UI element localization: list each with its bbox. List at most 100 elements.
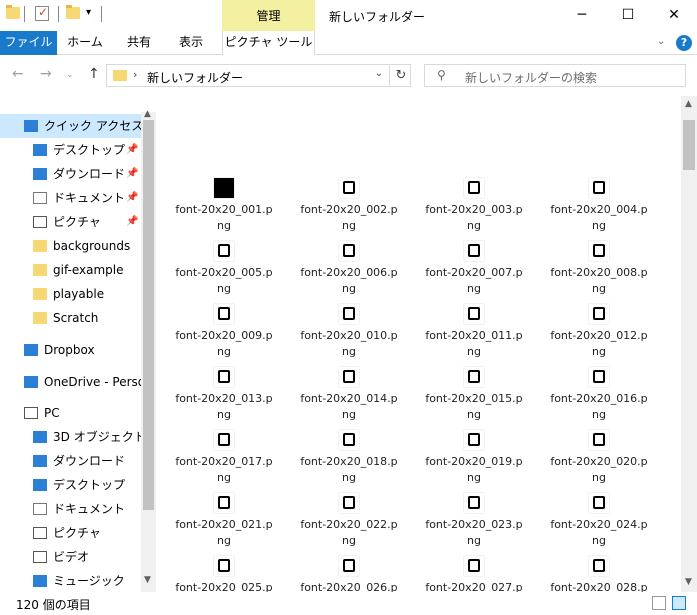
nav-item[interactable]: ダウンロード [0,449,141,473]
nav-item[interactable]: ダウンロード 📌 [0,162,141,186]
file-item[interactable]: font-20x20_008.p ng [539,239,659,301]
search-input[interactable]: ⚲ 新しいフォルダーの検索 [424,64,686,87]
search-placeholder: 新しいフォルダーの検索 [465,71,598,85]
help-icon[interactable]: ? [676,35,692,51]
nav-item[interactable]: ピクチャ [0,521,141,545]
nav-item[interactable]: Scratch [0,306,141,330]
tab-file[interactable]: ファイル [0,31,57,55]
pin-icon[interactable]: 📌 [126,138,138,162]
scrollbar-thumb[interactable] [143,120,154,510]
nav-item[interactable]: ドキュメント [0,497,141,521]
address-bar[interactable]: › 新しいフォルダー ⌄ ↻ [106,64,411,87]
nav-item[interactable]: ミュージック [0,569,141,592]
properties-icon[interactable]: ✓ [35,5,49,21]
file-item[interactable]: font-20x20_018.p ng [289,428,409,490]
tab-home[interactable]: ホーム [62,31,108,55]
file-name-line: ng [217,282,231,295]
content-scrollbar[interactable]: ▲ ▼ [681,96,697,592]
nav-item[interactable]: OneDrive - Persor [0,370,141,394]
scroll-up-icon[interactable]: ▲ [144,109,151,119]
refresh-icon[interactable]: ↻ [389,65,412,87]
chevron-down-icon[interactable]: ⌄ [370,68,388,79]
file-item[interactable]: font-20x20_022.p ng [289,491,409,553]
folder-icon [33,288,47,300]
file-item[interactable]: font-20x20_006.p ng [289,239,409,301]
navigation-bar: ← → ⌄ ↑ › 新しいフォルダー ⌄ ↻ ⚲ 新しいフォルダーの検索 [0,56,697,96]
image-thumbnail [214,493,234,513]
tab-share[interactable]: 共有 [118,31,160,55]
file-name-line: ng [467,282,481,295]
close-button[interactable]: ✕ [651,0,697,31]
nav-item[interactable]: PC [0,401,141,425]
up-arrow-icon[interactable]: ↑ [88,66,100,82]
tab-picture-tools[interactable]: ピクチャ ツール [222,31,315,55]
file-item[interactable]: font-20x20_024.p ng [539,491,659,553]
file-item[interactable]: font-20x20_017.p ng [164,428,284,490]
file-name-line: ng [467,534,481,547]
file-item[interactable]: font-20x20_013.p ng [164,365,284,427]
minimize-button[interactable]: ─ [559,0,605,31]
nav-item[interactable]: ビデオ [0,545,141,569]
file-item[interactable]: font-20x20_009.p ng [164,302,284,364]
file-item[interactable]: font-20x20_012.png [539,302,659,364]
maximize-button[interactable]: ☐ [605,0,651,31]
nav-item[interactable]: デスクトップ 📌 [0,138,141,162]
file-name: font-20x20_015.p ng [414,391,534,423]
file-item[interactable]: font-20x20_023.p ng [414,491,534,553]
tab-view[interactable]: 表示 [170,31,212,55]
file-item[interactable]: font-20x20_026.p [289,554,409,592]
file-item[interactable]: font-20x20_025.p [164,554,284,592]
pin-icon[interactable]: 📌 [126,210,138,234]
file-item[interactable]: font-20x20_004.p ng [539,176,659,238]
file-name-line: ng [592,345,606,358]
chevron-down-icon[interactable]: ⌄ [657,36,665,47]
forward-arrow-icon[interactable]: → [40,66,52,82]
file-name-line: font-20x20_021.p [175,518,273,531]
quick-access-dropdown-icon[interactable]: ▾ [86,7,91,18]
file-item[interactable]: font-20x20_001.p ng [164,176,284,238]
file-item[interactable]: font-20x20_028.p [539,554,659,592]
nav-item[interactable]: 3D オブジェクト [0,425,141,449]
file-item[interactable]: font-20x20_016.p ng [539,365,659,427]
address-path[interactable]: 新しいフォルダー [147,69,243,86]
file-item[interactable]: font-20x20_007.p ng [414,239,534,301]
file-item[interactable]: font-20x20_014.p ng [289,365,409,427]
nav-item[interactable]: ピクチャ 📌 [0,210,141,234]
pin-icon[interactable]: 📌 [126,162,138,186]
recent-dropdown-icon[interactable]: ⌄ [66,70,74,80]
nav-item[interactable]: クイック アクセス [0,114,141,138]
file-item[interactable]: font-20x20_003.p ng [414,176,534,238]
search-icon: ⚲ [437,68,446,82]
nav-item[interactable]: playable [0,282,141,306]
details-view-icon[interactable] [652,596,666,610]
document-icon [33,192,47,204]
file-item[interactable]: font-20x20_010.p ng [289,302,409,364]
file-name-line: ng [217,471,231,484]
file-name-line: font-20x20_012.p [550,329,648,342]
new-folder-icon[interactable] [66,5,80,19]
nav-item[interactable]: backgrounds [0,234,141,258]
nav-item[interactable]: ドキュメント 📌 [0,186,141,210]
nav-scrollbar[interactable]: ▲ ▼ [141,109,156,592]
file-item[interactable]: font-20x20_002.p ng [289,176,409,238]
file-item[interactable]: font-20x20_005.p ng [164,239,284,301]
scroll-up-icon[interactable]: ▲ [685,99,692,109]
nav-item[interactable]: デスクトップ [0,473,141,497]
large-icons-view-icon[interactable] [672,596,686,610]
file-item[interactable]: font-20x20_020.p ng [539,428,659,490]
pin-icon[interactable]: 📌 [126,186,138,210]
nav-item[interactable]: Dropbox [0,338,141,362]
file-item[interactable]: font-20x20_015.p ng [414,365,534,427]
chevron-right-icon[interactable]: › [133,68,137,81]
tab-manage[interactable]: 管理 [222,0,315,32]
scrollbar-thumb[interactable] [683,120,695,170]
file-item[interactable]: font-20x20_011.p ng [414,302,534,364]
file-item[interactable]: font-20x20_021.p ng [164,491,284,553]
file-item[interactable]: font-20x20_019.p ng [414,428,534,490]
back-arrow-icon[interactable]: ← [12,66,24,82]
nav-item[interactable]: gif-example [0,258,141,282]
scroll-down-icon[interactable]: ▼ [685,577,692,587]
file-item[interactable]: font-20x20_027.p [414,554,534,592]
nav-item-label: 3D オブジェクト [53,430,141,444]
scroll-down-icon[interactable]: ▼ [144,575,151,585]
